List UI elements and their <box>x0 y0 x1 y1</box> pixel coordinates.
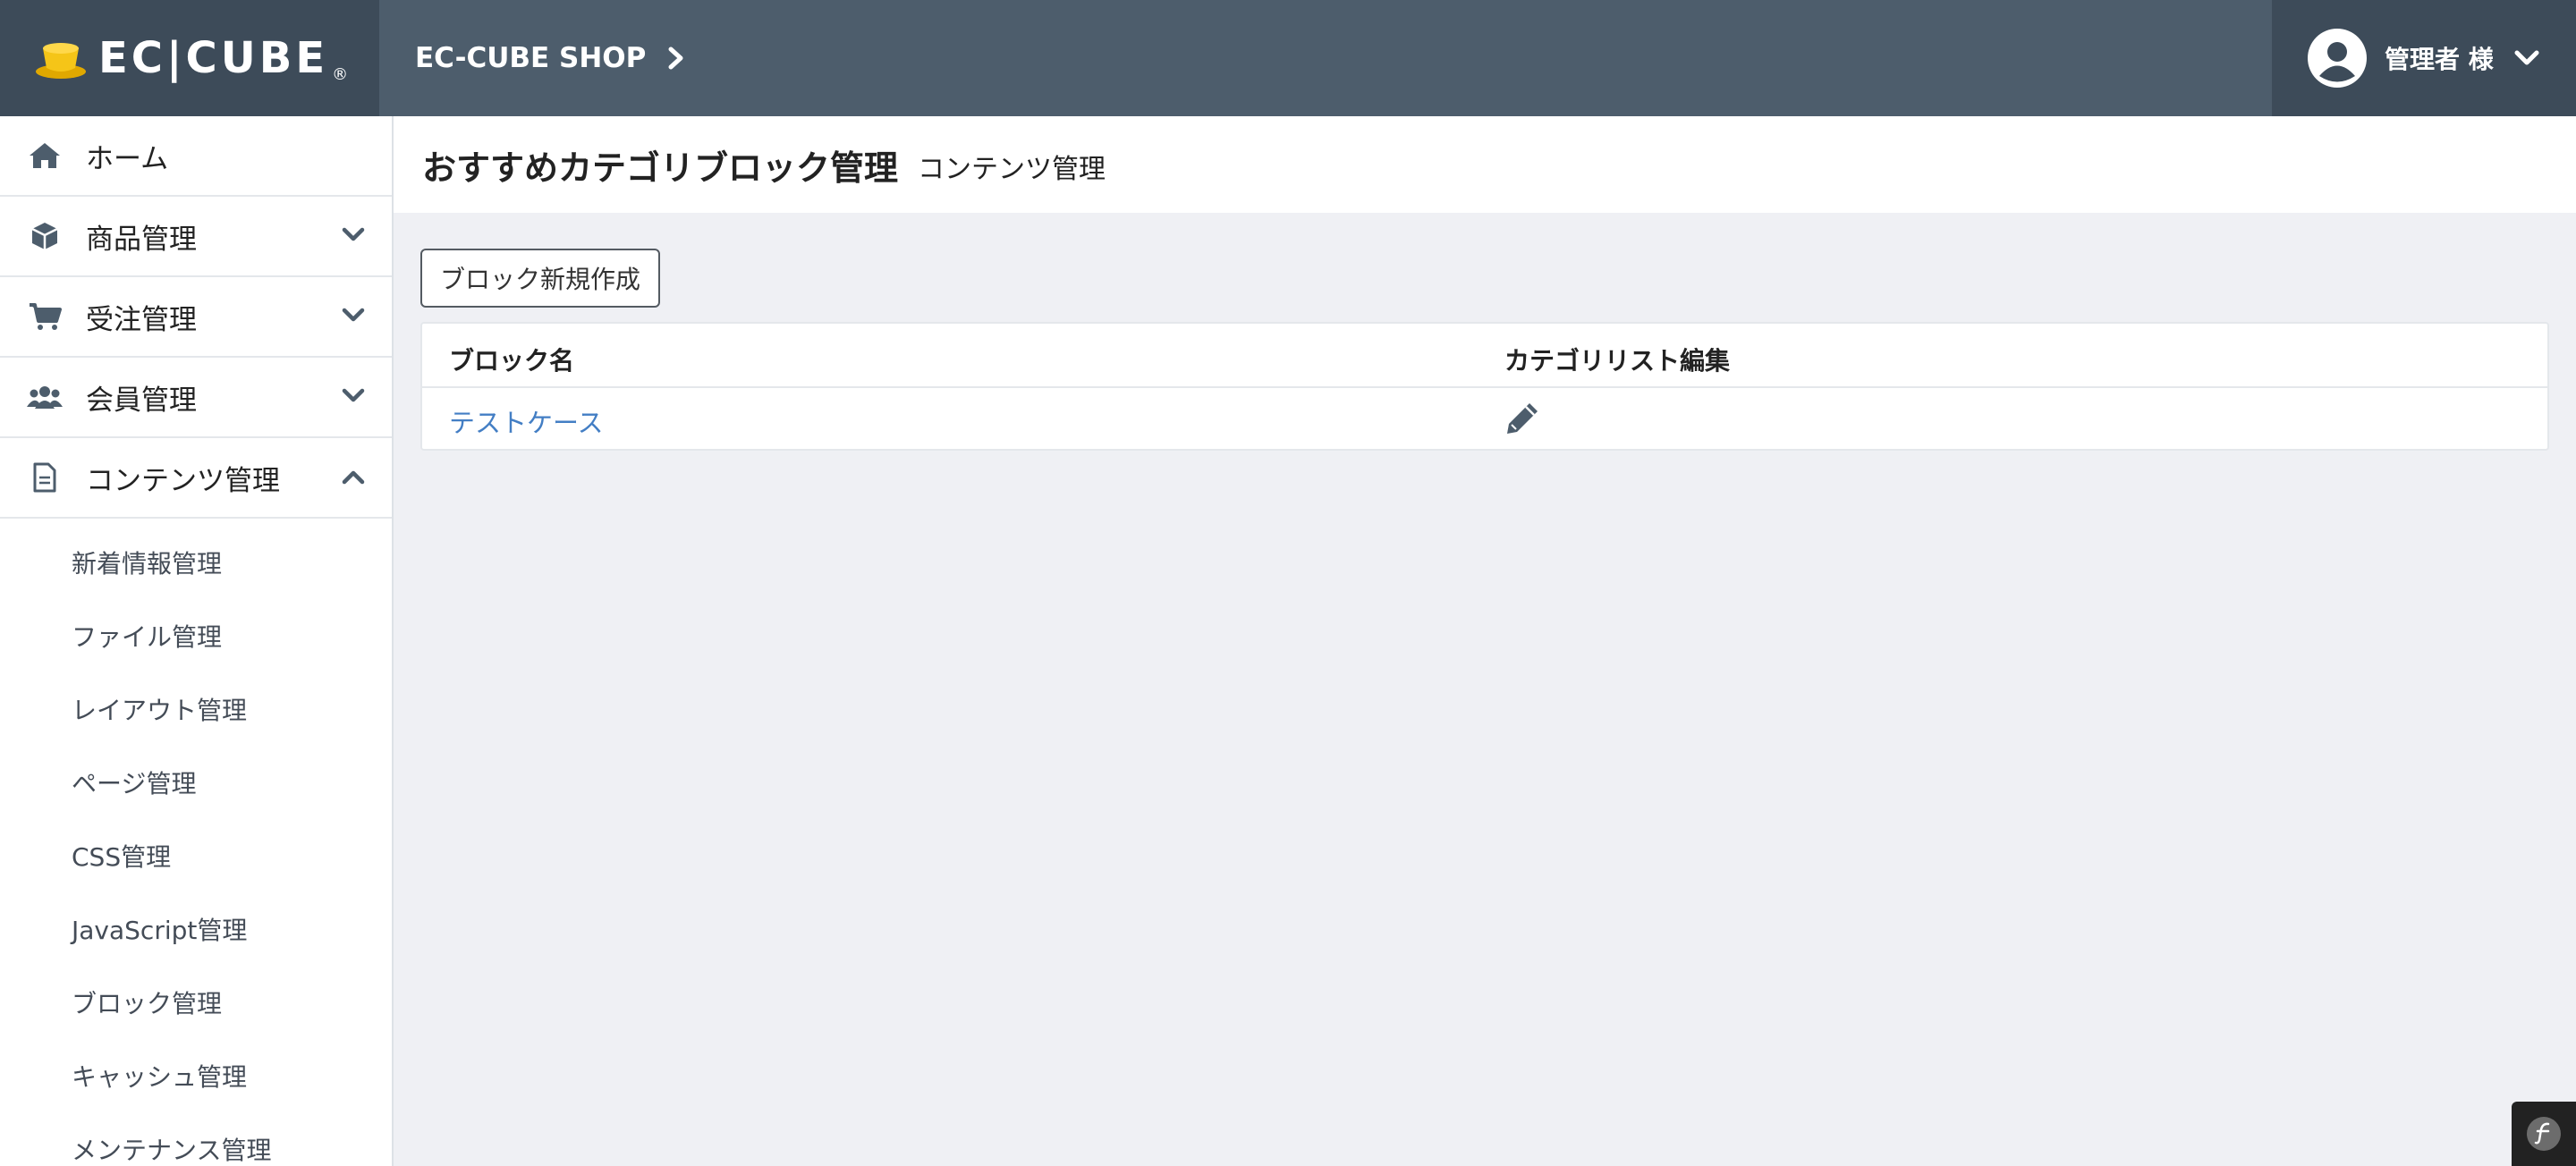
sidebar-item-members[interactable]: 会員管理 <box>0 358 392 438</box>
submenu-item-javascript[interactable]: JavaScript管理 <box>0 892 392 966</box>
chevron-down-icon <box>342 388 365 402</box>
symfony-toolbar-toggle[interactable] <box>2512 1102 2576 1166</box>
shop-link[interactable]: EC-CUBE SHOP <box>415 0 685 116</box>
cart-icon <box>27 300 63 333</box>
page-header: おすすめカテゴリブロック管理 コンテンツ管理 <box>394 116 2576 213</box>
sidebar-item-label: 商品管理 <box>86 223 197 256</box>
users-icon <box>27 381 63 413</box>
submenu-item-layout[interactable]: レイアウト管理 <box>0 672 392 746</box>
column-header-category-edit: カテゴリリスト編集 <box>1504 346 1731 376</box>
table-header-row: ブロック名 カテゴリリスト編集 <box>422 324 2547 388</box>
sidebar-item-orders[interactable]: 受注管理 <box>0 277 392 358</box>
box-icon <box>27 220 63 252</box>
submenu-item-cache[interactable]: キャッシュ管理 <box>0 1039 392 1112</box>
block-table: ブロック名 カテゴリリスト編集 テストケース <box>420 322 2549 451</box>
table-row: テストケース <box>422 388 2547 451</box>
sidebar-item-label: 受注管理 <box>86 303 197 336</box>
column-header-block-name: ブロック名 <box>449 346 575 376</box>
sidebar-item-home[interactable]: ホーム <box>0 116 392 197</box>
submenu-item-news[interactable]: 新着情報管理 <box>0 526 392 599</box>
chevron-up-icon <box>342 470 365 485</box>
chevron-down-icon <box>2514 50 2539 65</box>
page-subtitle: コンテンツ管理 <box>918 154 1106 185</box>
symfony-logo-icon <box>2527 1117 2561 1151</box>
sidebar-item-products[interactable]: 商品管理 <box>0 197 392 277</box>
logo[interactable]: EC|CUBE ® <box>0 0 379 116</box>
new-block-button[interactable]: ブロック新規作成 <box>420 249 660 308</box>
sidebar-item-label: 会員管理 <box>86 384 197 417</box>
sidebar: ホーム 商品管理 受注管理 会員管理 コンテンツ管理 新着情報管理 ファイル管理… <box>0 116 394 1166</box>
block-name-link[interactable]: テストケース <box>449 402 604 440</box>
submenu-item-pages[interactable]: ページ管理 <box>0 746 392 819</box>
pencil-icon[interactable] <box>1504 401 1540 440</box>
user-name: 管理者 様 <box>2385 45 2494 74</box>
user-avatar-icon <box>2308 29 2367 88</box>
page-title: おすすめカテゴリブロック管理 <box>422 148 899 188</box>
submenu-item-css[interactable]: CSS管理 <box>0 819 392 892</box>
sidebar-item-label: コンテンツ管理 <box>86 464 280 497</box>
chevron-down-icon <box>342 227 365 241</box>
home-icon <box>27 139 63 172</box>
chevron-down-icon <box>342 308 365 322</box>
shop-name: EC-CUBE SHOP <box>415 42 647 74</box>
logo-registered-mark: ® <box>332 65 349 84</box>
document-icon <box>27 461 63 494</box>
logo-text: EC|CUBE <box>98 33 329 83</box>
ec-cube-cup-icon <box>36 43 86 79</box>
user-menu[interactable]: 管理者 様 <box>2272 0 2576 116</box>
submenu-item-files[interactable]: ファイル管理 <box>0 599 392 672</box>
sidebar-item-label: ホーム <box>86 142 169 175</box>
chevron-right-icon <box>668 46 683 70</box>
submenu-item-blocks[interactable]: ブロック管理 <box>0 966 392 1039</box>
top-header: EC|CUBE ® EC-CUBE SHOP 管理者 様 <box>0 0 2576 116</box>
contents-submenu: 新着情報管理 ファイル管理 レイアウト管理 ページ管理 CSS管理 JavaSc… <box>0 519 392 1166</box>
sidebar-item-contents[interactable]: コンテンツ管理 <box>0 438 392 519</box>
submenu-item-maintenance[interactable]: メンテナンス管理 <box>0 1112 392 1166</box>
